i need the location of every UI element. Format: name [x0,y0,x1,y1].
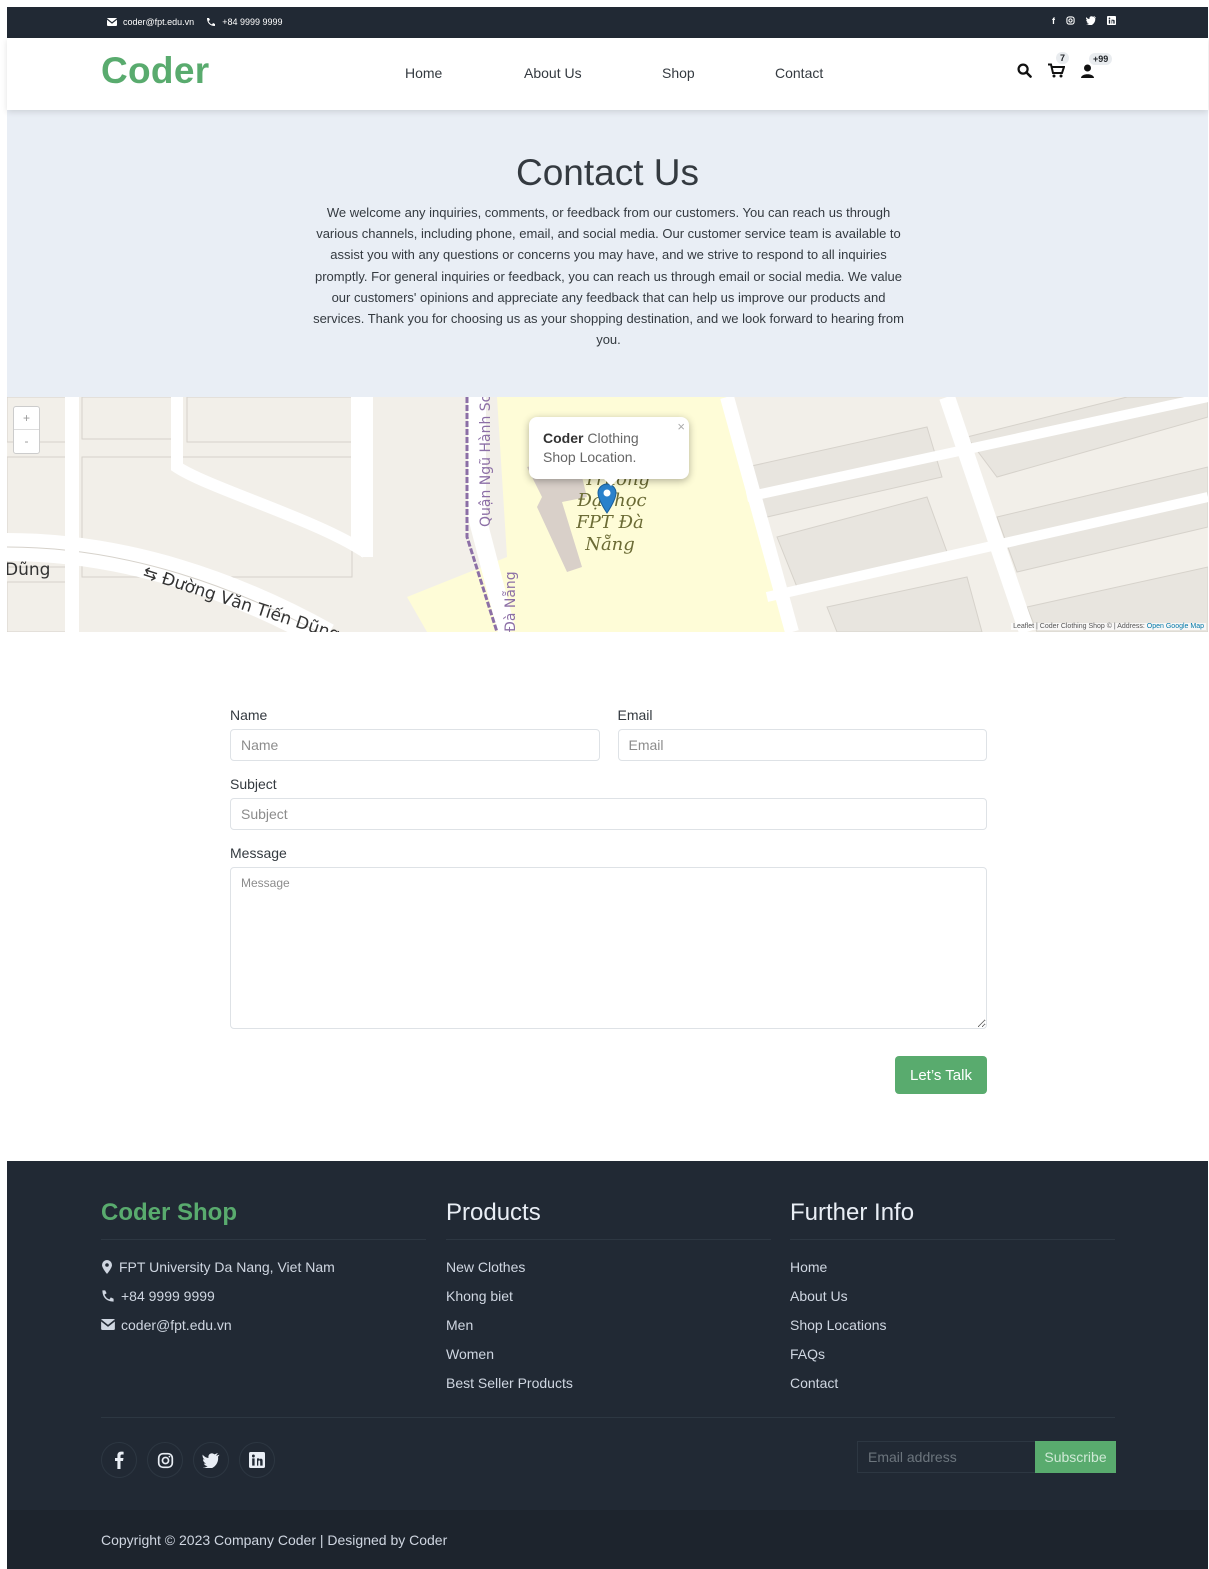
zoom-in-button[interactable]: + [14,407,39,430]
open-google-map-link[interactable]: Open Google Map [1147,623,1204,630]
phone-icon [101,1289,115,1303]
footer-info-link[interactable]: About Us [790,1281,1115,1310]
map-label-district: Quận Ngũ Hành Sơn [478,397,494,527]
hero-description: We welcome any inquiries, comments, or f… [313,205,904,348]
copyright-bar: Copyright © 2023 Company Coder | Designe… [7,1510,1208,1569]
subscribe-button[interactable]: Subscribe [1035,1441,1116,1473]
footer-product-link[interactable]: Khong biet [446,1281,771,1310]
footer-email-text: coder@fpt.edu.vn [121,1316,232,1333]
user-button[interactable]: +99 [1081,52,1113,78]
email-label: Email [617,707,653,723]
linkedin-icon[interactable] [239,1442,275,1478]
nav-shop[interactable]: Shop [662,65,695,81]
search-icon[interactable] [1017,63,1032,78]
newsletter-email-input[interactable] [857,1441,1035,1473]
instagram-icon[interactable] [1066,16,1075,27]
nav-icons: 7 +99 [1017,52,1113,78]
nav-home[interactable]: Home [405,65,444,81]
footer-product-link[interactable]: Best Seller Products [446,1368,771,1397]
footer: Coder Shop FPT University Da Nang, Viet … [7,1161,1208,1569]
lets-talk-button[interactable]: Let’s Talk [895,1056,987,1094]
name-label: Name [230,707,268,723]
copyright-text: Copyright © 2023 Company Coder | Designe… [101,1532,448,1548]
footer-phone[interactable]: +84 9999 9999 [101,1281,426,1310]
map-label-edge: Dũng [7,560,50,580]
popup-tip [603,478,619,486]
email-input[interactable] [617,729,987,761]
message-textarea[interactable] [230,867,987,1029]
top-bar-email-link[interactable]: coder@fpt.edu.vn [123,17,194,27]
instagram-icon[interactable] [147,1442,183,1478]
footer-products-column: Products New Clothes Khong biet Men Wome… [446,1199,771,1397]
footer-address-text: FPT University Da Nang, Viet Nam [119,1258,335,1275]
nav-menu: Home About Us Shop Contact [405,65,903,81]
footer-email[interactable]: coder@fpt.edu.vn [101,1310,426,1339]
cart-icon [1048,63,1065,78]
nav-contact[interactable]: Contact [775,65,823,81]
popup-shop-name: Coder [543,430,584,446]
map-label-city: Đà Nẵng [502,571,519,632]
newsletter-form: Subscribe [857,1441,1116,1473]
user-count-badge: +99 [1089,52,1113,65]
footer-address: FPT University Da Nang, Viet Nam [101,1252,426,1281]
footer-info-title: Further Info [790,1199,1115,1240]
footer-info-link[interactable]: Shop Locations [790,1310,1115,1339]
main-navbar: Coder Home About Us Shop Contact 7 +99 [7,38,1208,110]
footer-product-link[interactable]: Women [446,1339,771,1368]
contact-form: Name Email Subject Message Let’s Talk [230,707,987,1094]
location-map[interactable]: ⇆ Đường Văn Tiến Dũng Dũng Quận Ngũ Hành… [7,397,1208,632]
envelope-icon [107,18,117,26]
twitter-icon[interactable] [193,1442,229,1478]
top-bar-phone-link[interactable]: +84 9999 9999 [222,17,282,27]
footer-info-link[interactable]: FAQs [790,1339,1115,1368]
map-zoom-control: + - [13,406,40,454]
subject-input[interactable] [230,798,987,830]
map-pin-icon [101,1259,113,1274]
footer-info-link[interactable]: Contact [790,1368,1115,1397]
zoom-out-button[interactable]: - [14,430,39,453]
facebook-icon[interactable] [101,1442,137,1478]
footer-phone-text: +84 9999 9999 [121,1287,215,1304]
footer-brand-column: Coder Shop FPT University Da Nang, Viet … [101,1199,426,1339]
footer-brand: Coder Shop [101,1199,426,1240]
attribution-text: Leaflet | Coder Clothing Shop © | Addres… [1013,623,1147,630]
footer-socials [101,1442,275,1478]
svg-text:Nẵng: Nẵng [584,533,635,555]
footer-product-link[interactable]: New Clothes [446,1252,771,1281]
top-bar-socials: f [1052,16,1116,27]
phone-icon [206,17,216,27]
nav-about-us[interactable]: About Us [524,65,582,81]
logo[interactable]: Coder [101,50,209,92]
footer-products-title: Products [446,1199,771,1240]
map-marker-icon[interactable] [596,482,618,519]
footer-info-link[interactable]: Home [790,1252,1115,1281]
map-attribution: Leaflet | Coder Clothing Shop © | Addres… [1011,623,1206,630]
top-bar-contact: coder@fpt.edu.vn +84 9999 9999 [107,17,283,27]
linkedin-icon[interactable] [1107,16,1116,27]
contact-hero: Contact Us We welcome any inquiries, com… [7,110,1208,397]
envelope-icon [101,1319,115,1330]
name-input[interactable] [230,729,600,761]
cart-button[interactable]: 7 [1048,52,1070,78]
twitter-icon[interactable] [1085,16,1096,27]
popup-close-icon[interactable]: × [677,417,685,436]
user-icon [1081,64,1094,78]
page-title: Contact Us [515,152,699,193]
cart-count-badge: 7 [1056,52,1070,64]
footer-divider [101,1417,1115,1418]
message-label: Message [230,845,287,861]
top-bar: coder@fpt.edu.vn +84 9999 9999 f [7,7,1208,38]
footer-info-column: Further Info Home About Us Shop Location… [790,1199,1115,1397]
subject-label: Subject [230,776,277,792]
page: coder@fpt.edu.vn +84 9999 9999 f Coder H… [7,7,1208,1569]
map-popup: × Coder Clothing Shop Location. [529,417,689,479]
footer-product-link[interactable]: Men [446,1310,771,1339]
facebook-icon[interactable]: f [1052,16,1055,27]
